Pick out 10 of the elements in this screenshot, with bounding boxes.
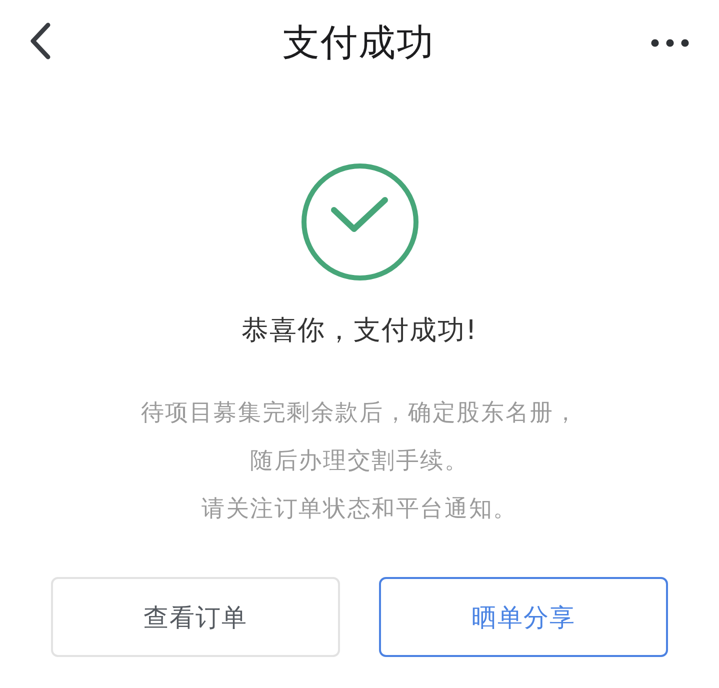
notice-text: 待项目募集完剩余款后，确定股东名册， 随后办理交割手续。 请关注订单状态和平台通知。 bbox=[140, 399, 578, 524]
success-heading: 恭喜你，支付成功! bbox=[242, 315, 478, 347]
back-chevron-icon bbox=[28, 22, 52, 60]
view-order-button[interactable]: 查看订单 bbox=[51, 577, 340, 657]
success-check-icon bbox=[300, 163, 418, 281]
more-dots-icon bbox=[651, 39, 689, 47]
back-button[interactable] bbox=[28, 22, 52, 60]
page-title: 支付成功 bbox=[282, 20, 434, 66]
more-button[interactable] bbox=[651, 39, 689, 47]
share-button[interactable]: 晒单分享 bbox=[379, 577, 668, 657]
